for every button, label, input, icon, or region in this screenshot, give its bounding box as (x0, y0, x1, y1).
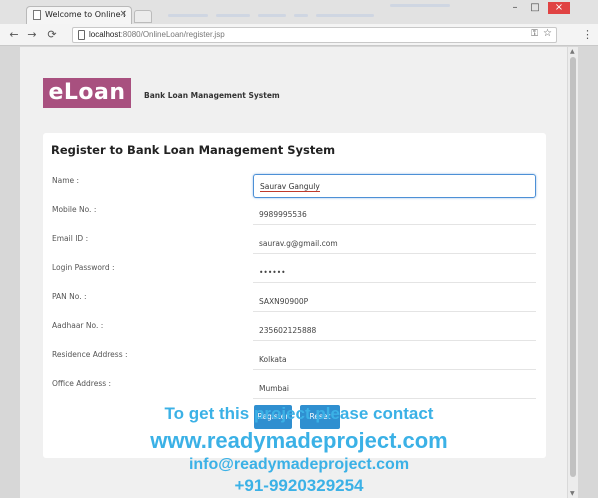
browser-menu-icon[interactable]: ⋮ (582, 28, 593, 41)
tab-bar: Welcome to Online Loan × – □ × (0, 0, 598, 24)
blurred-bookmark (316, 14, 374, 17)
watermark-line-2: www.readymadeproject.com (150, 428, 448, 453)
blurred-bookmark (258, 14, 286, 17)
window-close-icon[interactable]: × (548, 2, 570, 14)
mobile-label: Mobile No. : (52, 205, 97, 214)
email-label: Email ID : (52, 234, 89, 243)
watermark-line-3: info@readymadeproject.com (188, 456, 410, 473)
blurred-title (390, 4, 450, 7)
blurred-bookmark (168, 14, 208, 17)
email-input[interactable]: saurav.g@gmail.com (253, 232, 536, 254)
password-input[interactable]: •••••• (253, 261, 536, 283)
pan-label: PAN No. : (52, 292, 87, 301)
residence-address-input[interactable]: Kolkata (253, 348, 536, 370)
office-address-label: Office Address : (52, 379, 112, 388)
blurred-bookmark (294, 14, 308, 17)
eloan-logo: eLoan (43, 78, 131, 108)
watermark-line-1: To get this project please contact (164, 404, 434, 423)
pan-input[interactable]: SAXN90900P (253, 290, 536, 312)
office-address-input[interactable]: Mumbai (253, 377, 536, 399)
name-label: Name : (52, 176, 80, 185)
forward-icon[interactable]: → (26, 28, 38, 42)
site-tagline: Bank Loan Management System (144, 91, 280, 100)
close-tab-icon[interactable]: × (119, 9, 127, 19)
tab-title: Welcome to Online Loan (45, 10, 125, 19)
url-text: localhost:8080/OnlineLoan/register.jsp (89, 30, 225, 39)
password-label: Login Password : (52, 263, 115, 272)
residence-address-label: Residence Address : (52, 350, 128, 359)
blurred-bookmark (216, 14, 250, 17)
form-title: Register to Bank Loan Management System (51, 143, 336, 157)
aadhaar-input[interactable]: 235602125888 (253, 319, 536, 341)
watermark-line-4: +91-9920329254 (234, 476, 364, 495)
mobile-input[interactable]: 9989995536 (253, 203, 536, 225)
maximize-icon[interactable]: □ (526, 2, 544, 14)
name-input[interactable]: Saurav Ganguly (253, 174, 536, 198)
url-path: :8080/OnlineLoan/register.jsp (120, 30, 225, 39)
bookmark-star-icon[interactable]: ☆ (543, 28, 552, 39)
url-host: localhost (89, 30, 121, 39)
scroll-up-icon[interactable]: ▲ (570, 48, 575, 55)
key-icon[interactable]: ⚿ (531, 29, 538, 39)
browser-toolbar: ← → ⟳ localhost:8080/OnlineLoan/register… (0, 24, 598, 46)
page-info-icon[interactable] (78, 30, 85, 40)
name-value: Saurav Ganguly (260, 182, 320, 192)
aadhaar-label: Aadhaar No. : (52, 321, 104, 330)
back-icon[interactable]: ← (8, 28, 20, 42)
reload-icon[interactable]: ⟳ (46, 28, 58, 42)
new-tab-button[interactable] (134, 10, 152, 23)
address-bar[interactable]: localhost:8080/OnlineLoan/register.jsp ⚿… (72, 27, 557, 43)
browser-tab[interactable]: Welcome to Online Loan × (26, 6, 132, 24)
page-icon (33, 10, 41, 20)
minimize-icon[interactable]: – (506, 2, 524, 14)
